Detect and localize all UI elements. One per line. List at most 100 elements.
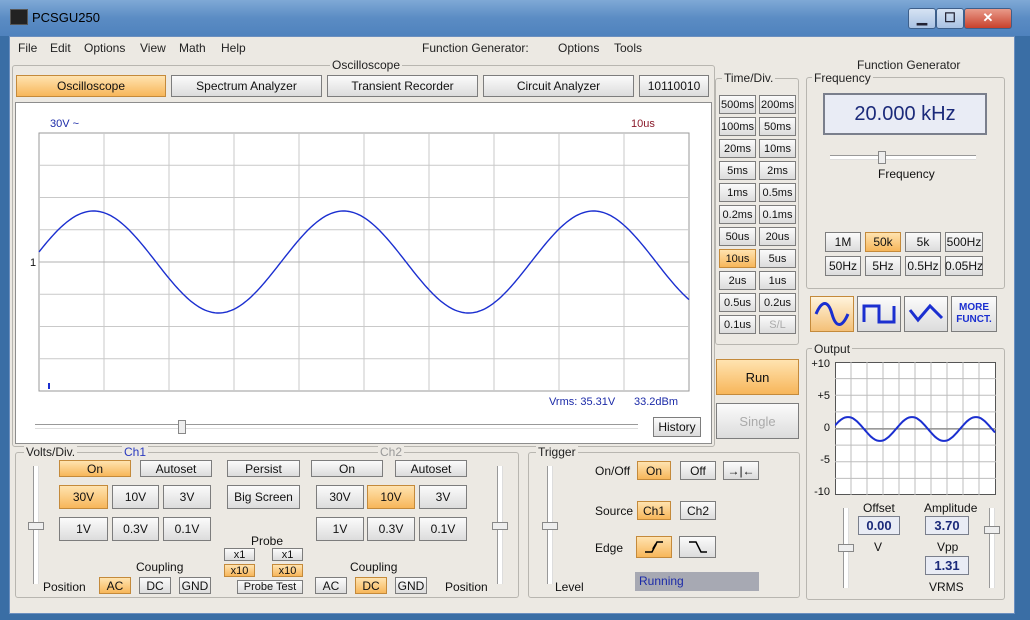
rising-edge-button[interactable] bbox=[636, 536, 672, 558]
timediv-button[interactable]: 2us bbox=[719, 271, 756, 290]
ch2-dc-button[interactable]: DC bbox=[355, 577, 387, 594]
ch1-1v-button[interactable]: 1V bbox=[59, 517, 108, 541]
probe-test-button[interactable]: Probe Test bbox=[237, 580, 303, 594]
ch2-ac-button[interactable]: AC bbox=[315, 577, 347, 594]
timediv-button[interactable]: 10ms bbox=[759, 139, 796, 158]
frequency-range-button[interactable]: 50k bbox=[865, 232, 901, 252]
timediv-button[interactable]: 10us bbox=[719, 249, 756, 268]
ch2-3v-button[interactable]: 3V bbox=[419, 485, 467, 509]
triangle-wave-button[interactable] bbox=[904, 296, 948, 332]
horizontal-position-thumb[interactable] bbox=[178, 420, 186, 434]
tab-spectrum-analyzer[interactable]: Spectrum Analyzer bbox=[171, 75, 322, 97]
minimize-button[interactable]: ▁ bbox=[908, 8, 936, 29]
ch2-10v-button[interactable]: 10V bbox=[367, 485, 415, 509]
run-button[interactable]: Run bbox=[716, 359, 799, 395]
offset-slider-thumb[interactable] bbox=[838, 544, 854, 552]
ch2-probe-x1-button[interactable]: x1 bbox=[272, 548, 303, 561]
ch1-ac-button[interactable]: AC bbox=[99, 577, 131, 594]
frequency-range-button[interactable]: 500Hz bbox=[945, 232, 983, 252]
single-button[interactable]: Single bbox=[716, 403, 799, 439]
ch2-0-3v-button[interactable]: 0.3V bbox=[367, 517, 415, 541]
ch1-0-3v-button[interactable]: 0.3V bbox=[112, 517, 159, 541]
timediv-button[interactable]: 1ms bbox=[719, 183, 756, 202]
timediv-button[interactable]: 200ms bbox=[759, 95, 796, 114]
trigger-source-ch1-button[interactable]: Ch1 bbox=[637, 501, 671, 520]
trigger-source-ch2-button[interactable]: Ch2 bbox=[680, 501, 716, 520]
more-functions-button[interactable]: MORE FUNCT. bbox=[951, 296, 997, 332]
timediv-button[interactable]: 500ms bbox=[719, 95, 756, 114]
timediv-button[interactable]: 50ms bbox=[759, 117, 796, 136]
ch1-gnd-button[interactable]: GND bbox=[179, 577, 211, 594]
ch1-probe-x10-button[interactable]: x10 bbox=[224, 564, 255, 577]
timediv-button[interactable]: 0.1ms bbox=[759, 205, 796, 224]
persist-button[interactable]: Persist bbox=[227, 460, 300, 477]
tab-oscilloscope[interactable]: Oscilloscope bbox=[16, 75, 166, 97]
ch2-gnd-button[interactable]: GND bbox=[395, 577, 427, 594]
timediv-button[interactable]: 2ms bbox=[759, 161, 796, 180]
ch1-dc-button[interactable]: DC bbox=[139, 577, 171, 594]
ch1-30v-button[interactable]: 30V bbox=[59, 485, 108, 509]
timediv-button[interactable]: 100ms bbox=[719, 117, 756, 136]
timediv-button[interactable]: 0.2us bbox=[759, 293, 796, 312]
menu-help[interactable]: Help bbox=[221, 41, 246, 55]
sine-wave-button[interactable] bbox=[810, 296, 854, 332]
timediv-button[interactable]: 5us bbox=[759, 249, 796, 268]
timediv-button[interactable]: 0.2ms bbox=[719, 205, 756, 224]
timediv-button[interactable]: 20ms bbox=[719, 139, 756, 158]
scope-screen[interactable] bbox=[28, 130, 693, 395]
tab-circuit-analyzer[interactable]: Circuit Analyzer bbox=[483, 75, 634, 97]
timediv-button[interactable]: 0.1us bbox=[719, 315, 756, 334]
frequency-range-button[interactable]: 50Hz bbox=[825, 256, 861, 276]
timediv-button[interactable]: 5ms bbox=[719, 161, 756, 180]
amplitude-slider[interactable] bbox=[989, 508, 995, 588]
frequency-range-button[interactable]: 0.5Hz bbox=[905, 256, 941, 276]
horizontal-position-slider[interactable] bbox=[35, 424, 638, 429]
square-wave-button[interactable] bbox=[857, 296, 901, 332]
ch1-autoset-button[interactable]: Autoset bbox=[140, 460, 212, 477]
ch2-position-thumb[interactable] bbox=[492, 522, 508, 530]
timediv-button[interactable]: 0.5us bbox=[719, 293, 756, 312]
ch1-0-1v-button[interactable]: 0.1V bbox=[163, 517, 211, 541]
frequency-slider-thumb[interactable] bbox=[878, 151, 886, 164]
ch2-30v-button[interactable]: 30V bbox=[316, 485, 364, 509]
trigger-level-thumb[interactable] bbox=[542, 522, 558, 530]
frequency-range-button[interactable]: 1M bbox=[825, 232, 861, 252]
tab-transient-recorder[interactable]: Transient Recorder bbox=[327, 75, 478, 97]
trigger-center-button[interactable]: →|← bbox=[723, 461, 759, 480]
trigger-off-button[interactable]: Off bbox=[680, 461, 716, 480]
ch2-1v-button[interactable]: 1V bbox=[316, 517, 364, 541]
menu-fg-tools[interactable]: Tools bbox=[614, 41, 642, 55]
timediv-button[interactable]: 1us bbox=[759, 271, 796, 290]
code-button[interactable]: 10110010 bbox=[639, 75, 709, 97]
menu-view[interactable]: View bbox=[140, 41, 166, 55]
timediv-button[interactable]: 50us bbox=[719, 227, 756, 246]
falling-edge-button[interactable] bbox=[679, 536, 716, 558]
timediv-button[interactable]: 0.5ms bbox=[759, 183, 796, 202]
frequency-range-button[interactable]: 5Hz bbox=[865, 256, 901, 276]
ch1-position-thumb[interactable] bbox=[28, 522, 44, 530]
maximize-button[interactable]: ☐ bbox=[936, 8, 964, 29]
frequency-slider[interactable] bbox=[830, 155, 976, 160]
ch1-on-button[interactable]: On bbox=[59, 460, 131, 477]
ch1-3v-button[interactable]: 3V bbox=[163, 485, 211, 509]
close-button[interactable]: ✕ bbox=[964, 8, 1012, 29]
ch2-autoset-button[interactable]: Autoset bbox=[395, 460, 467, 477]
ch1-probe-x1-button[interactable]: x1 bbox=[224, 548, 255, 561]
trigger-on-button[interactable]: On bbox=[637, 461, 671, 480]
ch1-10v-button[interactable]: 10V bbox=[112, 485, 159, 509]
timediv-button[interactable]: 20us bbox=[759, 227, 796, 246]
ch2-0-1v-button[interactable]: 0.1V bbox=[419, 517, 467, 541]
menu-file[interactable]: File bbox=[18, 41, 37, 55]
amplitude-slider-thumb[interactable] bbox=[984, 526, 1000, 534]
menu-math[interactable]: Math bbox=[179, 41, 206, 55]
ch2-probe-x10-button[interactable]: x10 bbox=[272, 564, 303, 577]
menu-edit[interactable]: Edit bbox=[50, 41, 71, 55]
frequency-range-button[interactable]: 5k bbox=[905, 232, 941, 252]
title-bar[interactable] bbox=[0, 0, 1030, 36]
ch2-on-button[interactable]: On bbox=[311, 460, 383, 477]
menu-options[interactable]: Options bbox=[84, 41, 125, 55]
history-button[interactable]: History bbox=[653, 417, 701, 437]
timediv-button[interactable]: S/L bbox=[759, 315, 796, 334]
big-screen-button[interactable]: Big Screen bbox=[227, 485, 300, 509]
menu-fg-options[interactable]: Options bbox=[558, 41, 599, 55]
